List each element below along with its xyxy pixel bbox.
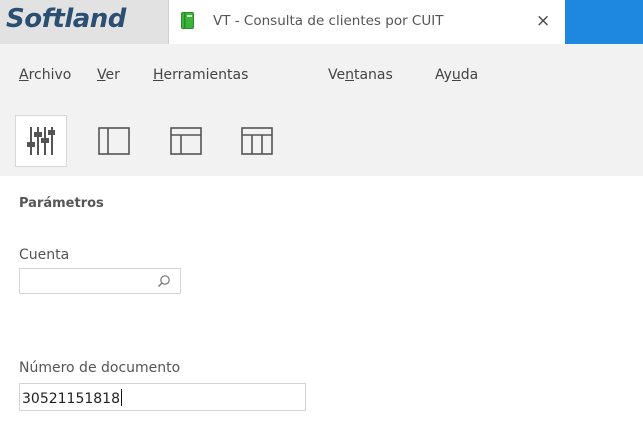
- menu-bar: Archivo Ver Herramientas Ventanas Ayuda: [0, 44, 643, 107]
- layout-top-panel-button[interactable]: [160, 115, 212, 167]
- menu-herramientas[interactable]: Herramientas: [153, 67, 248, 83]
- tab-title: VT - Consulta de clientes por CUIT: [213, 13, 444, 29]
- close-tab-button[interactable]: ×: [536, 11, 550, 31]
- menu-ventanas[interactable]: Ventanas: [328, 67, 393, 83]
- text-caret: [120, 389, 122, 406]
- parameters-sliders-icon: [27, 127, 55, 155]
- parameters-section-title: Parámetros: [19, 196, 104, 211]
- numero-documento-value: 30521151818: [22, 389, 122, 407]
- layout-left-panel-button[interactable]: [88, 115, 140, 167]
- layout-left-panel-icon: [98, 127, 130, 155]
- menu-archivo[interactable]: Archivo: [19, 67, 71, 83]
- layout-columns-button[interactable]: [231, 115, 283, 167]
- cuenta-search-input[interactable]: [19, 268, 181, 294]
- layout-columns-icon: [241, 127, 273, 155]
- search-icon: [158, 275, 170, 287]
- document-tab[interactable]: VT - Consulta de clientes por CUIT ×: [168, 0, 565, 44]
- menu-ver[interactable]: Ver: [97, 67, 120, 83]
- numero-documento-label: Número de documento: [19, 360, 181, 376]
- brand-logo: Softland: [6, 4, 126, 34]
- parameters-button[interactable]: [15, 115, 67, 167]
- notebook-icon: [181, 12, 194, 29]
- accent-block: [565, 0, 643, 44]
- layout-top-panel-icon: [170, 127, 202, 155]
- toolbar: [0, 107, 643, 176]
- cuenta-label: Cuenta: [19, 247, 70, 263]
- numero-documento-input[interactable]: 30521151818: [19, 383, 306, 411]
- title-bar: Softland VT - Consulta de clientes por C…: [0, 0, 643, 44]
- menu-ayuda[interactable]: Ayuda: [435, 67, 478, 83]
